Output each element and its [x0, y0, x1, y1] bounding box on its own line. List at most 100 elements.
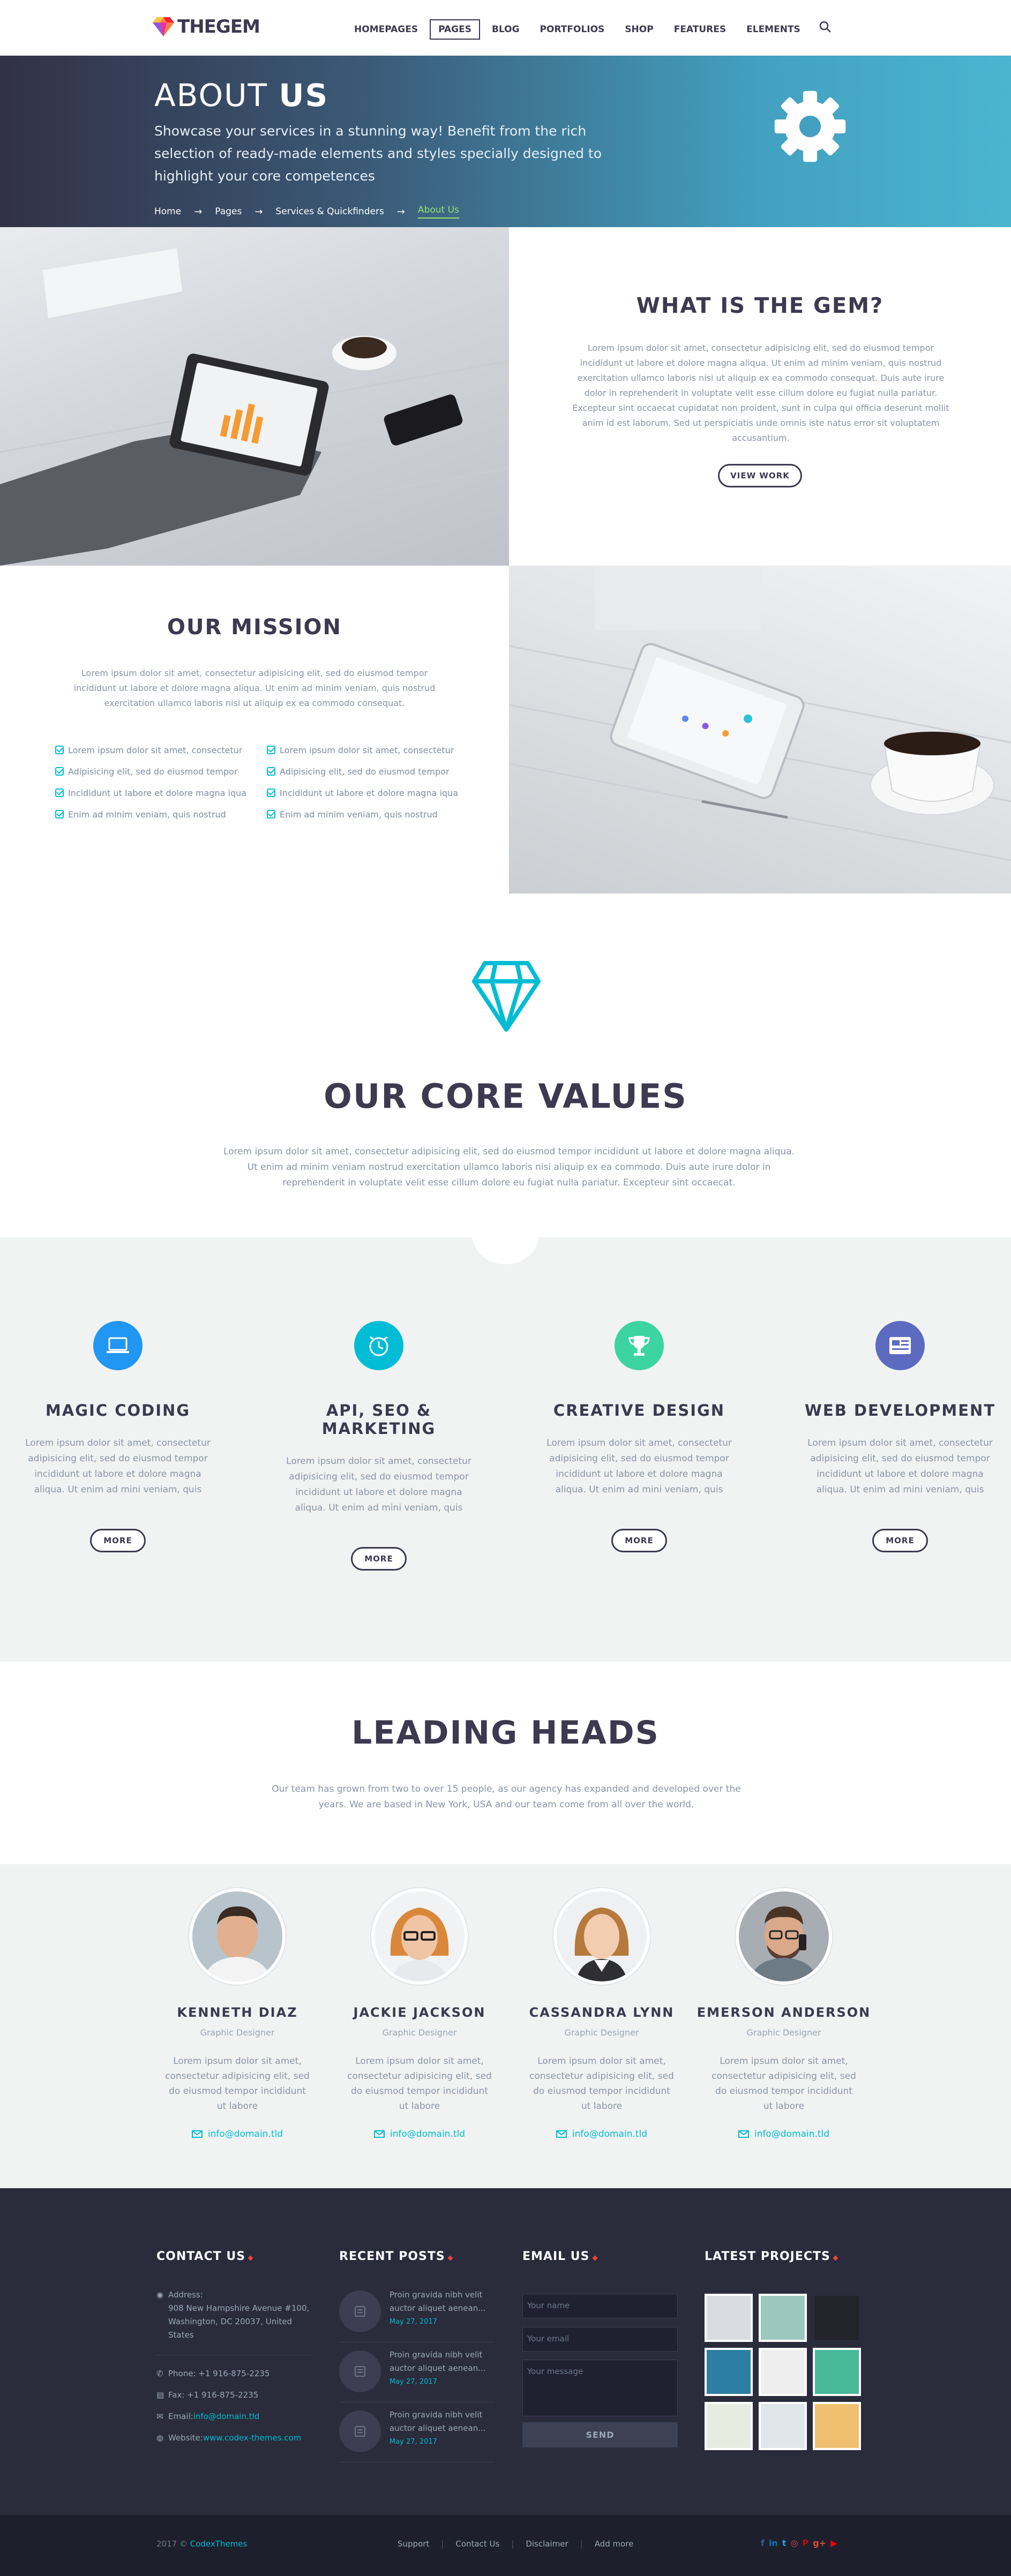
- post-icon: [339, 2350, 381, 2392]
- mission-text: Lorem ipsum dolor sit amet, consectetur …: [73, 668, 436, 708]
- send-button[interactable]: SEND: [522, 2422, 678, 2447]
- nav-pages[interactable]: PAGES: [430, 19, 480, 40]
- member-name: KENNETH DIAZ: [177, 2005, 298, 2020]
- check-icon: [55, 746, 64, 754]
- service-title: MAGIC CODING: [45, 1401, 191, 1420]
- website-row: ◍ Website: www.codex-themes.com: [156, 2427, 317, 2449]
- nav-blog[interactable]: BLOG: [483, 19, 528, 40]
- member-email[interactable]: info@domain.tld: [693, 2129, 875, 2139]
- avatar: [371, 1888, 468, 1985]
- check-icon: [267, 746, 275, 754]
- youtube-icon[interactable]: ▶: [830, 2538, 837, 2548]
- team-title: LEADING HEADS: [351, 1714, 660, 1752]
- service-title: WEB DEVELOPMENT: [804, 1401, 996, 1420]
- service-more-button[interactable]: MORE: [611, 1529, 667, 1552]
- nav-elements[interactable]: ELEMENTS: [738, 19, 809, 40]
- recent-post[interactable]: Proin gravida nibh velit auctor aliquet …: [339, 2286, 495, 2342]
- nav-homepages[interactable]: HOMEPAGES: [346, 19, 426, 40]
- diamond-icon: [472, 961, 541, 1032]
- project-thumbnail[interactable]: [813, 2294, 861, 2342]
- mission-title: OUR MISSION: [167, 615, 342, 640]
- values-title: OUR CORE VALUES: [324, 1077, 687, 1116]
- disclaimer-link[interactable]: Disclaimer: [526, 2539, 568, 2549]
- trophy-icon: [615, 1321, 664, 1370]
- post-date: May 27, 2017: [390, 2318, 437, 2326]
- news-icon: [875, 1321, 925, 1370]
- member-name: JACKIE JACKSON: [353, 2005, 486, 2020]
- project-thumbnail[interactable]: [759, 2294, 807, 2342]
- twitter-icon[interactable]: t: [782, 2538, 787, 2548]
- mission-list-right: Lorem ipsum dolor sit amet, consectetur …: [267, 739, 481, 825]
- project-thumbnail[interactable]: [705, 2348, 753, 2396]
- avatar: [736, 1888, 832, 1985]
- what-title: WHAT IS THE GEM?: [636, 294, 884, 318]
- google-plus-icon[interactable]: g+: [813, 2538, 826, 2548]
- member-bio: Lorem ipsum dolor sit amet, consectetur …: [529, 2056, 674, 2112]
- member-email[interactable]: info@domain.tld: [328, 2129, 511, 2139]
- breadcrumb-pages[interactable]: Pages: [215, 206, 242, 217]
- check-icon: [267, 767, 275, 776]
- check-icon: [267, 810, 275, 818]
- project-thumbnail[interactable]: [813, 2348, 861, 2396]
- member-bio: Lorem ipsum dolor sit amet, consectetur …: [712, 2056, 856, 2112]
- service-text: Lorem ipsum dolor sit amet, consectetur …: [286, 1456, 471, 1513]
- facebook-icon[interactable]: f: [761, 2538, 765, 2548]
- pinterest-icon[interactable]: P: [802, 2538, 808, 2548]
- check-icon: [55, 788, 64, 797]
- nav-shop[interactable]: SHOP: [616, 19, 662, 40]
- check-icon: [55, 810, 64, 818]
- service-more-button[interactable]: MORE: [351, 1547, 407, 1571]
- footer-links: Support | Contact Us | Disclaimer | Add …: [398, 2539, 634, 2549]
- list-item: Lorem ipsum dolor sit amet, consectetur: [55, 739, 264, 761]
- project-thumbnail[interactable]: [759, 2402, 807, 2450]
- nav-portfolios[interactable]: PORTFOLIOS: [531, 19, 613, 40]
- member-email[interactable]: info@domain.tld: [146, 2129, 328, 2139]
- nav-features[interactable]: FEATURES: [665, 19, 735, 40]
- contact-heading: CONTACT US: [156, 2250, 252, 2263]
- avatar: [553, 1888, 650, 1985]
- linkedin-icon[interactable]: in: [769, 2538, 778, 2548]
- add-more-link[interactable]: Add more: [595, 2539, 634, 2549]
- team-member: CASSANDRA LYNN Graphic Designer Lorem ip…: [511, 1888, 693, 2139]
- recent-post[interactable]: Proin gravida nibh velit auctor aliquet …: [339, 2406, 495, 2462]
- arrow-right-icon: →: [396, 206, 405, 217]
- member-bio: Lorem ipsum dolor sit amet, consectetur …: [347, 2056, 492, 2112]
- member-role: Graphic Designer: [382, 2027, 457, 2038]
- list-item: Incididunt ut labore et dolore magna iqu…: [55, 782, 264, 803]
- view-work-button[interactable]: VIEW WORK: [718, 464, 802, 487]
- instagram-icon[interactable]: ◎: [791, 2538, 798, 2548]
- service-more-button[interactable]: MORE: [872, 1529, 928, 1552]
- project-thumbnail[interactable]: [705, 2402, 753, 2450]
- project-thumbnail[interactable]: [705, 2294, 753, 2342]
- support-link[interactable]: Support: [398, 2539, 429, 2549]
- recent-post[interactable]: Proin gravida nibh velit auctor aliquet …: [339, 2346, 495, 2402]
- laptop-icon: [93, 1321, 143, 1370]
- service-card: WEB DEVELOPMENT Lorem ipsum dolor sit am…: [788, 1321, 1011, 1552]
- brand-link[interactable]: CodexThemes: [190, 2539, 248, 2549]
- page-title-banner: ABOUT US Showcase your services in a stu…: [0, 56, 1011, 227]
- message-field[interactable]: Your message: [522, 2360, 678, 2416]
- breadcrumb-services[interactable]: Services & Quickfinders: [275, 206, 384, 217]
- search-icon[interactable]: [819, 20, 832, 33]
- member-name: CASSANDRA LYNN: [529, 2005, 675, 2020]
- service-text: Lorem ipsum dolor sit amet, consectetur …: [546, 1438, 732, 1495]
- contact-us-link[interactable]: Contact Us: [455, 2539, 499, 2549]
- list-item: Enim ad minim veniam, quis nostrud: [55, 803, 264, 825]
- member-role: Graphic Designer: [746, 2027, 821, 2038]
- phone-row: ✆ Phone: +1 916-875-2235: [156, 2363, 317, 2384]
- arrow-right-icon: →: [194, 206, 203, 217]
- project-thumbnail[interactable]: [759, 2348, 807, 2396]
- service-card: CREATIVE DESIGN Lorem ipsum dolor sit am…: [527, 1321, 752, 1552]
- contact-email-link[interactable]: info@domain.tld: [193, 2410, 260, 2423]
- list-item: Lorem ipsum dolor sit amet, consectetur: [267, 739, 481, 761]
- name-field[interactable]: Your name: [522, 2294, 678, 2318]
- website-link[interactable]: www.codex-themes.com: [203, 2431, 301, 2445]
- logo[interactable]: THEGEM: [153, 16, 260, 37]
- service-more-button[interactable]: MORE: [90, 1529, 146, 1552]
- email-field[interactable]: Your email: [522, 2327, 678, 2352]
- service-title: CREATIVE DESIGN: [553, 1401, 725, 1420]
- member-email[interactable]: info@domain.tld: [511, 2129, 693, 2139]
- project-thumbnail[interactable]: [813, 2402, 861, 2450]
- breadcrumb-home[interactable]: Home: [154, 206, 181, 217]
- member-bio: Lorem ipsum dolor sit amet, consectetur …: [165, 2056, 310, 2112]
